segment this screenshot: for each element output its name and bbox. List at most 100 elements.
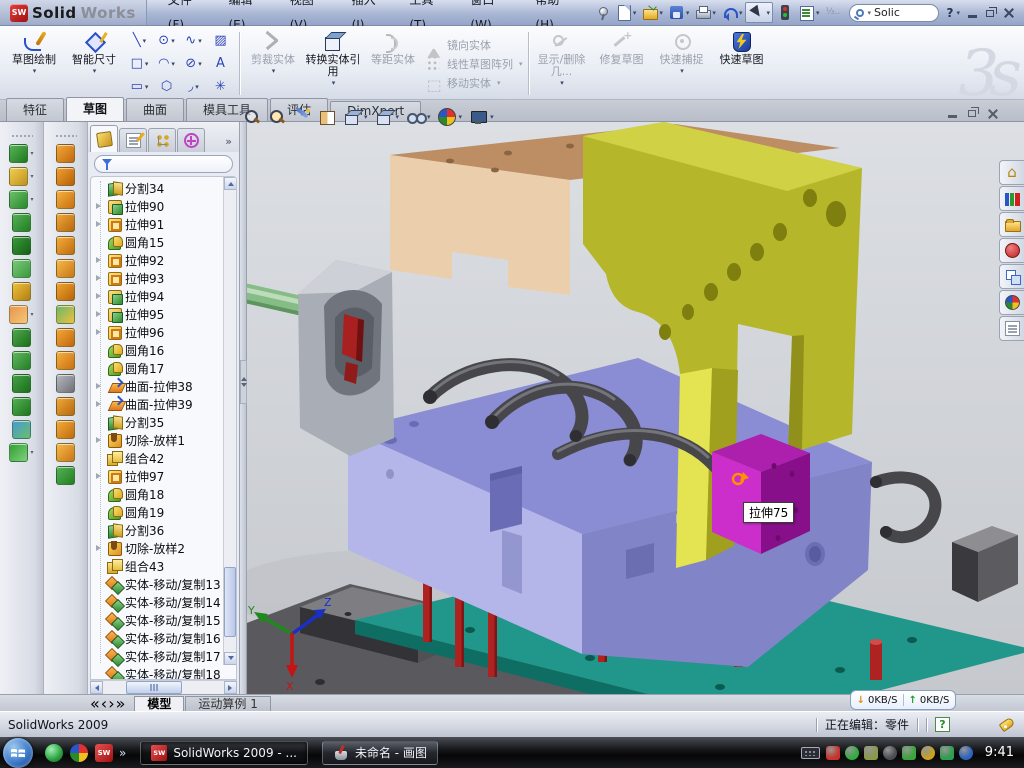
feature-toolbar-icon-col2-8[interactable] xyxy=(56,328,75,347)
tree-horizontal-scrollbar[interactable] xyxy=(90,680,237,694)
appearances-tab[interactable] xyxy=(999,290,1024,315)
expand-arrow-icon[interactable] xyxy=(95,257,104,263)
feature-toolbar-icon-col1-13[interactable]: ▾ xyxy=(9,443,33,462)
dimxpertmanager-tab[interactable] xyxy=(177,128,205,152)
tree-item-切除-放样1[interactable]: 切除-放样1 xyxy=(93,431,236,449)
sketch-tool-5[interactable]: ◠▾ xyxy=(153,52,180,75)
undo-icon-dropdown[interactable]: ▾ xyxy=(739,9,743,17)
hscroll-thumb[interactable] xyxy=(126,681,182,694)
tray-icon-2[interactable] xyxy=(864,746,878,760)
feature-toolbar-icon-col2-7[interactable] xyxy=(56,305,75,324)
expand-arrow-icon[interactable] xyxy=(95,311,104,317)
help-dropdown-icon[interactable]: ▾ xyxy=(956,9,960,17)
feature-toolbar-icon-col1-11[interactable] xyxy=(12,397,31,416)
tree-item-拉伸93[interactable]: 拉伸93 xyxy=(93,269,236,287)
feature-toolbar-icon-col2-12[interactable] xyxy=(56,420,75,439)
search-box[interactable]: ▾ Solic xyxy=(849,4,938,22)
tree-item-拉伸94[interactable]: 拉伸94 xyxy=(93,287,236,305)
feature-toolbar-icon-col2-14[interactable] xyxy=(56,466,75,485)
feature-toolbar-icon-col2-10[interactable] xyxy=(56,374,75,393)
quick-launch-messenger-icon[interactable] xyxy=(45,744,63,762)
scroll-thumb[interactable] xyxy=(224,567,236,637)
tree-item-曲面-拉伸39[interactable]: 曲面-拉伸39 xyxy=(93,395,236,413)
taskbar-button-SolidWorks 2009 - ...[interactable]: SWSolidWorks 2009 - ... xyxy=(140,741,308,765)
feature-toolbar-icon-col2-1[interactable] xyxy=(56,167,75,186)
toolbar-button-快速草图[interactable]: 快速草图 xyxy=(712,28,772,99)
close-button[interactable] xyxy=(1003,7,1014,18)
open-icon-dropdown[interactable]: ▾ xyxy=(659,9,663,17)
tree-item-拉伸96[interactable]: 拉伸96 xyxy=(93,323,236,341)
toolbar-button-转换实体引用[interactable]: 转换实体引用▾ xyxy=(303,28,363,99)
options-icon[interactable]: ▾ xyxy=(796,3,822,22)
splitter-grip[interactable] xyxy=(240,360,247,404)
toolbox-tab[interactable] xyxy=(999,238,1024,263)
expand-arrow-icon[interactable] xyxy=(95,437,104,443)
configurationmanager-tab[interactable] xyxy=(148,128,176,152)
feature-toolbar-icon-col2-13[interactable] xyxy=(56,443,75,462)
custom-properties-tab[interactable] xyxy=(999,316,1024,341)
status-help-icon[interactable]: ? xyxy=(935,717,950,732)
print-icon[interactable]: ▾ xyxy=(692,3,718,22)
solidworks-resources-tab[interactable]: ⌂ xyxy=(999,160,1024,185)
tab-nav-1[interactable]: ‹ xyxy=(101,694,107,713)
graphics-viewport[interactable]: Y Z X 拉伸75 xyxy=(247,122,1024,694)
sketch-tool-4[interactable]: □▾ xyxy=(126,52,153,75)
design-library-tab[interactable] xyxy=(999,186,1024,211)
tree-item-实体-移动/复制13[interactable]: 实体-移动/复制13 xyxy=(93,575,236,593)
zoom-area-button[interactable] xyxy=(268,108,286,126)
expand-arrow-icon[interactable] xyxy=(95,275,104,281)
expand-arrow-icon[interactable] xyxy=(95,203,104,209)
minimize-button[interactable] xyxy=(968,15,977,18)
previous-view-button[interactable] xyxy=(293,108,311,126)
tree-filter-input[interactable] xyxy=(94,155,233,173)
feature-toolbar-icon-col2-0[interactable] xyxy=(56,144,75,163)
save-icon[interactable]: ▾ xyxy=(666,3,692,22)
toolbar-button-智能尺寸[interactable]: 智能尺寸▾ xyxy=(64,28,124,99)
view-orientation-button[interactable]: ▾ xyxy=(343,108,368,126)
feature-toolbar-icon-col2-3[interactable] xyxy=(56,213,75,232)
tray-icon-6[interactable] xyxy=(940,746,954,760)
bottom-tab-模型[interactable]: 模型 xyxy=(134,696,184,711)
overflow-icon[interactable]: ⅓.. xyxy=(822,3,843,22)
feature-toolbar-icon-col1-12[interactable] xyxy=(12,420,31,439)
rebuild-icon[interactable] xyxy=(774,3,795,22)
tags-icon[interactable] xyxy=(999,717,1016,732)
sketch-tool-2[interactable]: ∿▾ xyxy=(180,29,207,52)
tree-item-分割36[interactable]: 分割36 xyxy=(93,521,236,539)
expand-arrow-icon[interactable] xyxy=(95,401,104,407)
feature-toolbar-icon-col2-9[interactable] xyxy=(56,351,75,370)
tree-item-组合42[interactable]: 组合42 xyxy=(93,449,236,467)
search-dropdown-icon[interactable]: ▾ xyxy=(867,9,871,17)
feature-toolbar-icon-col2-4[interactable] xyxy=(56,236,75,255)
tree-item-拉伸95[interactable]: 拉伸95 xyxy=(93,305,236,323)
feature-toolbar-icon-col1-2[interactable]: ▾ xyxy=(9,190,33,209)
tree-item-圆角17[interactable]: 圆角17 xyxy=(93,359,236,377)
tab-nav-0[interactable]: « xyxy=(90,694,100,713)
apply-scene-button[interactable]: ▾ xyxy=(438,108,463,126)
tray-icon-7[interactable] xyxy=(959,746,973,760)
tree-item-圆角18[interactable]: 圆角18 xyxy=(93,485,236,503)
tree-item-实体-移动/复制15[interactable]: 实体-移动/复制15 xyxy=(93,611,236,629)
print-icon-dropdown[interactable]: ▾ xyxy=(712,9,716,17)
tab-nav-3[interactable]: » xyxy=(116,694,126,713)
tree-item-拉伸92[interactable]: 拉伸92 xyxy=(93,251,236,269)
tab-草图[interactable]: 草图 xyxy=(66,97,124,121)
tree-item-实体-移动/复制18[interactable]: 实体-移动/复制18 xyxy=(93,665,236,680)
转换实体引用-dropdown[interactable]: ▾ xyxy=(332,79,336,87)
tree-item-拉伸91[interactable]: 拉伸91 xyxy=(93,215,236,233)
tree-item-拉伸97[interactable]: 拉伸97 xyxy=(93,467,236,485)
taskbar-button-未命名 - 画图[interactable]: 未命名 - 画图 xyxy=(322,741,438,765)
quick-launch-overflow-icon[interactable]: » xyxy=(119,746,126,760)
sketch-tool-1[interactable]: ⊙▾ xyxy=(153,29,180,52)
tray-icon-0[interactable] xyxy=(826,746,840,760)
tab-曲面[interactable]: 曲面 xyxy=(126,98,184,121)
feature-toolbar-icon-col2-6[interactable] xyxy=(56,282,75,301)
sketch-tool-0[interactable]: ╲▾ xyxy=(126,29,153,52)
feature-toolbar-icon-col1-3[interactable] xyxy=(12,213,31,232)
start-button[interactable] xyxy=(3,738,33,768)
select-icon[interactable]: ▾ xyxy=(745,2,773,23)
tray-icon-3[interactable] xyxy=(883,746,897,760)
feature-toolbar-icon-col1-10[interactable] xyxy=(12,374,31,393)
select-icon-dropdown[interactable]: ▾ xyxy=(766,9,770,17)
tab-特征[interactable]: 特征 xyxy=(6,98,64,121)
